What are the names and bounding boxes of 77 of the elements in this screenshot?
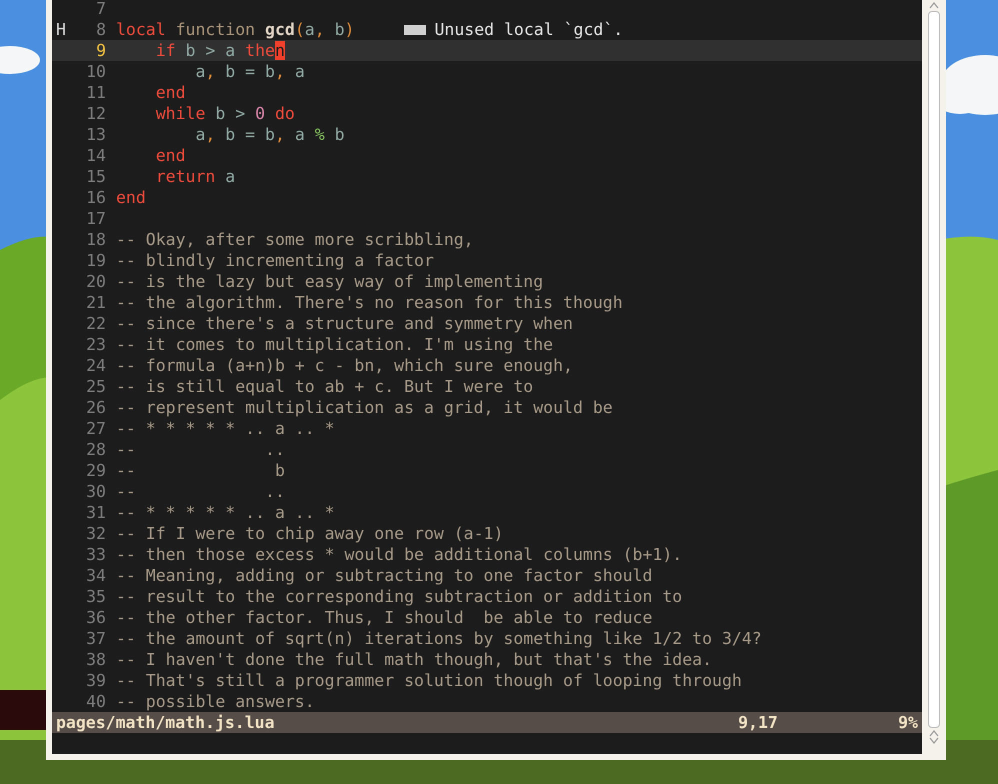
code-line: if b > a then — [154, 40, 285, 61]
comment-line: -- Meaning, adding or subtracting to one factor should — [116, 565, 652, 586]
line-number: 38 — [85, 649, 106, 670]
comment-line: -- Okay, after some more scribbling, — [116, 229, 474, 250]
code-line: a, b = b, a — [194, 61, 305, 82]
code-line: local function gcd(a, b) — [116, 19, 354, 40]
line-number: 16 — [85, 187, 106, 208]
line-number: 29 — [85, 460, 106, 481]
comment-line: -- then those excess * would be additional columns (b+1). — [116, 544, 682, 565]
line-number: 22 — [85, 313, 106, 334]
line-number: 10 — [85, 61, 106, 82]
comment-line: -- since there's a structure and symmetry when — [116, 313, 573, 334]
code-line: end — [154, 82, 186, 103]
comment-line: -- it comes to multiplication. I'm using the — [116, 334, 554, 355]
scroll-up-icon[interactable] — [929, 730, 939, 737]
file-path: pages/math/math.js.lua — [56, 712, 276, 733]
cursor-position: 9,17 — [738, 712, 779, 733]
comment-line: -- I haven't done the full math though, but that's the idea. — [116, 649, 712, 670]
code-line: while b > 0 do — [154, 103, 295, 124]
comment-line: -- b — [116, 460, 285, 481]
code-line: end — [116, 187, 146, 208]
comment-line: -- is still equal to ab + c. But I were to — [116, 376, 534, 397]
line-number: 9 — [95, 40, 106, 61]
line-number: 19 — [85, 250, 106, 271]
comment-line: -- formula (a+n)b + c - bn, which sure enough, — [116, 355, 573, 376]
line-number: 37 — [85, 628, 106, 649]
line-number: 32 — [85, 523, 106, 544]
code-line: end — [154, 145, 186, 166]
line-number: 7 — [95, 0, 106, 19]
comment-line: -- result to the corresponding subtraction or addition to — [116, 586, 682, 607]
comment-line: -- represent multiplication as a grid, it would be — [116, 397, 613, 418]
cloud-drawing — [0, 46, 40, 74]
line-number: 33 — [85, 544, 106, 565]
scroll-up-icon[interactable] — [929, 2, 939, 9]
scroll-percent: 9% — [898, 712, 918, 733]
line-number: 39 — [85, 670, 106, 691]
line-number: 27 — [85, 418, 106, 439]
comment-line: -- * * * * * .. a .. * — [116, 502, 335, 523]
line-number: 24 — [85, 355, 106, 376]
line-number: 28 — [85, 439, 106, 460]
line-number: 35 — [85, 586, 106, 607]
comment-line: -- .. — [116, 481, 285, 502]
comment-line: -- the other factor. Thus, I should be able to reduce — [116, 607, 652, 628]
line-number: 18 — [85, 229, 106, 250]
line-number: 40 — [85, 691, 106, 712]
code-line: a, b = b, a % b — [194, 124, 345, 145]
line-number: 11 — [85, 82, 106, 103]
comment-line: -- blindly incrementing a factor — [116, 250, 434, 271]
line-number: 25 — [85, 376, 106, 397]
line-number: 26 — [85, 397, 106, 418]
line-number: 20 — [85, 271, 106, 292]
line-number: 36 — [85, 607, 106, 628]
comment-line: -- * * * * * .. a .. * — [116, 418, 335, 439]
line-number: 15 — [85, 166, 106, 187]
line-number: 23 — [85, 334, 106, 355]
scrollbar-thumb[interactable] — [928, 11, 940, 728]
comment-line: -- the amount of sqrt(n) iterations by something like 1/2 to 3/4? — [116, 628, 762, 649]
scroll-down-icon[interactable] — [929, 737, 939, 744]
comment-line: -- If I were to chip away one row (a-1) — [116, 523, 504, 544]
comment-line: -- possible answers. — [116, 691, 315, 712]
line-number: 8 — [95, 19, 106, 40]
diagnostic-icon — [404, 24, 426, 34]
comment-line: -- is the lazy but easy way of implementing — [116, 271, 544, 292]
code-line: return a — [154, 166, 236, 187]
line-number: 21 — [85, 292, 106, 313]
diagnostic-message: Unused local `gcd`. — [434, 19, 624, 40]
line-number: 31 — [85, 502, 106, 523]
line-number: 14 — [85, 145, 106, 166]
line-number: 17 — [85, 208, 106, 229]
line-number: 12 — [85, 103, 106, 124]
line-number: 30 — [85, 481, 106, 502]
comment-line: -- .. — [116, 439, 285, 460]
comment-line: -- the algorithm. There's no reason for this though — [116, 292, 623, 313]
line-number: 13 — [85, 124, 106, 145]
line-number: 34 — [85, 565, 106, 586]
comment-line: -- That's still a programmer solution though of looping through — [116, 670, 742, 691]
sign-marker: H — [56, 19, 67, 40]
